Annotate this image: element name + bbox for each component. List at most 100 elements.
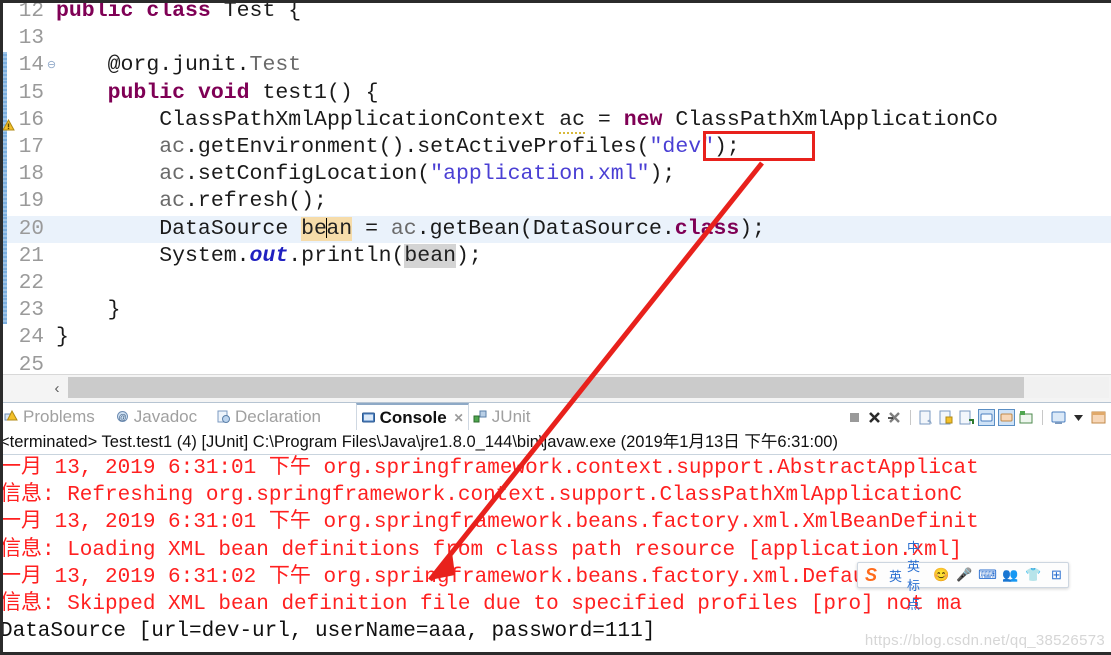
code-token: test1() { bbox=[262, 80, 379, 105]
ime-item-2[interactable]: 😊 bbox=[930, 565, 953, 586]
tab-console[interactable]: Console ✕ bbox=[355, 403, 469, 430]
clear-console-icon[interactable] bbox=[918, 409, 935, 426]
remove-all-terminated-icon[interactable] bbox=[886, 409, 903, 426]
bottom-panel: Problems @ Javadoc Declaration Console ✕ JUnit… bbox=[0, 402, 1111, 655]
console-line: 一月 13, 2019 6:31:01 下午 org.springframewo… bbox=[0, 511, 979, 535]
ime-item-3[interactable]: 🎤 bbox=[953, 565, 976, 586]
ime-floating-toolbar[interactable]: S英中英标点😊🎤⌨👥👕⊞ bbox=[857, 540, 1069, 612]
console-line: 信息: Loading XML bean definitions from cl… bbox=[0, 538, 962, 562]
editor-line[interactable]: 20 DataSource bean = ac.getBean(DataSour… bbox=[0, 215, 1111, 243]
editor-line[interactable]: 19 ac.refresh(); bbox=[0, 188, 1111, 216]
declaration-icon bbox=[216, 409, 231, 424]
editor-line[interactable]: 22 bbox=[0, 270, 1111, 298]
editor-line[interactable]: 21 System.out.println(bean); bbox=[0, 242, 1111, 270]
javadoc-icon: @ bbox=[115, 409, 130, 424]
line-number: 18 bbox=[18, 163, 44, 187]
editor-line[interactable]: 16 ClassPathXmlApplicationContext ac = n… bbox=[0, 106, 1111, 134]
editor-line[interactable]: 17 ac.getEnvironment().setActiveProfiles… bbox=[0, 134, 1111, 162]
annotation-box-dev bbox=[703, 131, 815, 161]
tab-declaration[interactable]: Declaration bbox=[216, 403, 321, 430]
scrollbar-thumb[interactable] bbox=[68, 377, 1024, 398]
editor-line[interactable]: 12 public class Test { bbox=[0, 0, 1111, 25]
line-number: 22 bbox=[18, 272, 44, 295]
tab-label: Console bbox=[379, 407, 447, 427]
code-token: public bbox=[107, 80, 198, 105]
code-text: ac.getEnvironment().setActiveProfiles("d… bbox=[56, 134, 740, 161]
toolbar-separator bbox=[1042, 409, 1043, 425]
ime-item-5[interactable]: 👥 bbox=[999, 565, 1022, 586]
junit-icon bbox=[473, 409, 488, 424]
code-token: class bbox=[674, 216, 740, 241]
line-number: 20 bbox=[18, 217, 44, 241]
line-number: 15 bbox=[18, 81, 44, 105]
line-number: 14 bbox=[18, 54, 44, 78]
scrollbar-track[interactable] bbox=[1024, 377, 1109, 398]
close-icon[interactable]: ✕ bbox=[454, 411, 464, 425]
code-token: Test { bbox=[223, 0, 302, 23]
code-text: ac.refresh(); bbox=[56, 188, 327, 215]
code-token: ); bbox=[739, 216, 766, 241]
code-token: public bbox=[56, 0, 147, 23]
editor-line[interactable]: 24} bbox=[0, 324, 1111, 351]
code-token: .println( bbox=[288, 243, 405, 268]
minimize-icon[interactable] bbox=[1090, 409, 1107, 426]
tab-junit[interactable]: JUnit bbox=[473, 403, 531, 430]
ime-item-4[interactable]: ⌨ bbox=[976, 565, 999, 586]
scroll-left-button[interactable]: ‹ bbox=[46, 375, 68, 401]
code-token: DataSource bbox=[56, 216, 302, 241]
tab-label: Problems bbox=[23, 406, 95, 426]
view-menu-icon[interactable] bbox=[1070, 409, 1087, 426]
editor-horizontal-scrollbar[interactable]: ‹ bbox=[0, 374, 1111, 402]
code-text: DataSource bean = ac.getBean(DataSource.… bbox=[56, 216, 765, 243]
scroll-lock-icon[interactable] bbox=[938, 409, 955, 426]
console-toolbar[interactable] bbox=[846, 406, 1107, 428]
ime-item-6[interactable]: 👕 bbox=[1022, 565, 1045, 586]
code-token: System. bbox=[56, 243, 250, 268]
open-console-icon[interactable] bbox=[1018, 409, 1035, 426]
ime-item-0[interactable]: 英 bbox=[884, 565, 907, 586]
code-text: System.out.println(bean); bbox=[56, 243, 482, 270]
code-token: class bbox=[146, 0, 224, 23]
watermark: https://blog.csdn.net/qq_38526573 bbox=[864, 632, 1105, 649]
line-number: 19 bbox=[18, 190, 44, 214]
ime-item-7[interactable]: ⊞ bbox=[1045, 565, 1068, 586]
show-console-on-output-icon[interactable] bbox=[958, 409, 975, 426]
code-token: ac bbox=[159, 189, 186, 214]
code-token: = bbox=[585, 107, 624, 132]
code-text: ac.setConfigLocation("application.xml"); bbox=[56, 161, 675, 188]
svg-text:@: @ bbox=[118, 413, 126, 422]
new-console-view-icon[interactable] bbox=[1050, 409, 1067, 426]
console-output[interactable]: 一月 13, 2019 6:31:01 下午 org.springframewo… bbox=[0, 455, 1111, 655]
code-token: ac bbox=[559, 107, 585, 134]
tab-problems[interactable]: Problems bbox=[4, 403, 95, 430]
code-editor[interactable]: 12 public class Test {13 14 ⊖ @org.junit.Te… bbox=[0, 0, 1111, 374]
code-token: ac bbox=[390, 216, 417, 241]
editor-line[interactable]: 14 ⊖ @org.junit.Test bbox=[0, 52, 1111, 80]
tab-label: Declaration bbox=[235, 406, 321, 426]
pin-console-icon[interactable] bbox=[978, 408, 995, 426]
terminate-icon[interactable] bbox=[846, 409, 863, 426]
tab-javadoc[interactable]: @ Javadoc bbox=[115, 403, 197, 430]
editor-line[interactable]: 23 } bbox=[0, 297, 1111, 325]
display-selected-console-icon[interactable] bbox=[998, 408, 1015, 426]
editor-line[interactable]: 15 public void test1() { bbox=[0, 79, 1111, 107]
ime-item-1[interactable]: 中英标点 bbox=[907, 540, 930, 612]
code-token: Test bbox=[249, 53, 302, 78]
code-token: @org.junit. bbox=[56, 53, 250, 78]
terminate-all-icon[interactable] bbox=[866, 409, 883, 426]
editor-line[interactable]: 18 ac.setConfigLocation("application.xml… bbox=[0, 161, 1111, 189]
code-token: ); bbox=[456, 243, 482, 268]
code-token: .getEnvironment().setActiveProfiles( bbox=[185, 135, 650, 159]
code-token: void bbox=[197, 80, 263, 105]
ime-logo-icon[interactable]: S bbox=[858, 563, 884, 587]
toolbar-separator bbox=[910, 409, 911, 425]
editor-line[interactable]: 25 bbox=[0, 352, 1111, 374]
code-token: .setConfigLocation( bbox=[185, 162, 431, 187]
code-token: out bbox=[249, 243, 289, 268]
tab-label: JUnit bbox=[491, 406, 531, 426]
editor-line[interactable]: 13 bbox=[0, 25, 1111, 52]
code-text: } bbox=[56, 324, 69, 351]
code-token: bean bbox=[301, 216, 353, 241]
console-line: 信息: Skipped XML bean definition file due… bbox=[0, 593, 962, 617]
